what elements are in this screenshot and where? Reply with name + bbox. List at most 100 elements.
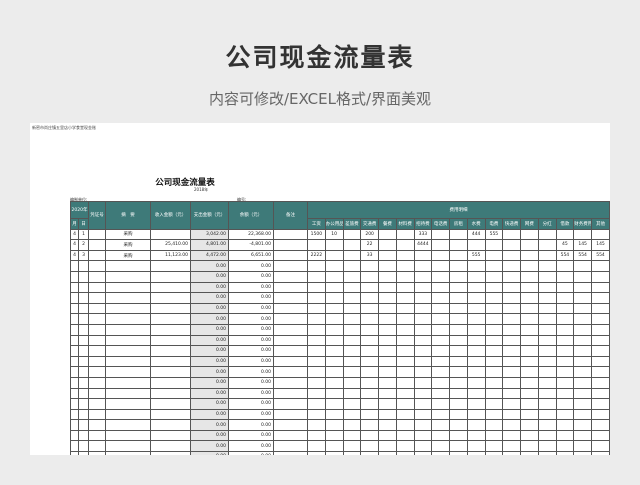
detail-cell[interactable] [413,345,433,357]
cell-day[interactable] [77,334,90,347]
detail-cell[interactable] [520,387,539,400]
detail-cell[interactable] [484,323,504,336]
detail-cell[interactable] [360,366,379,378]
detail-cell[interactable] [484,334,504,347]
cell-voucher[interactable] [88,451,107,455]
detail-cell[interactable] [520,302,539,315]
detail-cell[interactable] [378,429,397,442]
detail-cell[interactable] [360,355,379,368]
detail-cell[interactable] [431,292,450,304]
detail-cell[interactable] [555,281,575,294]
detail-cell[interactable] [413,429,433,442]
cell-day[interactable] [77,408,90,421]
detail-cell[interactable] [413,376,433,389]
cell-month[interactable] [70,355,79,368]
detail-cell[interactable]: 554 [555,249,575,262]
detail-cell[interactable] [324,239,344,251]
detail-cell[interactable] [413,419,433,431]
cell-balance[interactable]: 0.00 [228,260,275,272]
detail-cell[interactable] [413,302,433,315]
detail-cell[interactable] [324,398,344,410]
cell-month[interactable] [70,313,79,325]
detail-cell[interactable] [520,334,539,347]
detail-cell[interactable] [395,334,415,347]
detail-cell[interactable] [591,451,610,455]
detail-cell[interactable] [324,387,344,400]
cell-remark[interactable] [273,260,309,272]
detail-cell[interactable] [449,302,468,315]
cell-expense[interactable]: 0.00 [190,281,230,294]
detail-cell[interactable] [449,387,468,400]
detail-cell[interactable] [520,281,539,294]
cell-income[interactable] [150,387,192,400]
detail-cell[interactable] [431,249,450,262]
detail-cell[interactable] [502,270,521,283]
detail-cell[interactable] [573,334,592,347]
detail-cell[interactable] [484,292,504,304]
cell-remark[interactable] [273,366,309,378]
detail-cell[interactable] [466,429,486,442]
detail-cell[interactable] [502,419,521,431]
cell-expense[interactable]: 0.00 [190,334,230,347]
detail-cell[interactable] [502,249,521,262]
detail-cell[interactable] [466,376,486,389]
cell-balance[interactable]: 0.00 [228,334,275,347]
cell-month[interactable] [70,408,79,421]
detail-cell[interactable] [537,451,557,455]
detail-cell[interactable] [413,270,433,283]
detail-cell[interactable] [520,408,539,421]
detail-cell[interactable] [502,313,521,325]
detail-cell[interactable] [591,355,610,368]
cell-day[interactable] [77,302,90,315]
cell-balance[interactable]: 0.00 [228,440,275,453]
detail-cell[interactable] [537,345,557,357]
detail-cell[interactable] [555,408,575,421]
detail-cell[interactable] [395,270,415,283]
detail-cell[interactable]: 22 [360,239,379,251]
detail-cell[interactable] [395,387,415,400]
detail-cell[interactable] [449,260,468,272]
cell-remark[interactable] [273,355,309,368]
detail-cell[interactable] [431,302,450,315]
detail-cell[interactable] [502,366,521,378]
detail-cell[interactable] [502,228,521,241]
detail-cell[interactable] [378,419,397,431]
detail-cell[interactable] [307,451,326,455]
detail-cell[interactable] [520,249,539,262]
detail-cell[interactable] [360,345,379,357]
detail-cell[interactable] [360,429,379,442]
cell-income[interactable] [150,228,192,241]
cell-income[interactable] [150,292,192,304]
detail-cell[interactable] [484,249,504,262]
cell-summary[interactable] [105,323,152,336]
cell-income[interactable] [150,345,192,357]
detail-cell[interactable] [502,429,521,442]
detail-cell[interactable] [449,313,468,325]
cell-summary[interactable] [105,376,152,389]
detail-cell[interactable] [484,302,504,315]
detail-cell[interactable] [378,260,397,272]
cell-balance[interactable]: 0.00 [228,398,275,410]
detail-cell[interactable] [502,345,521,357]
detail-cell[interactable] [555,313,575,325]
detail-cell[interactable]: 554 [591,249,610,262]
detail-cell[interactable] [591,387,610,400]
detail-cell[interactable] [520,323,539,336]
detail-cell[interactable] [537,260,557,272]
detail-cell[interactable] [378,408,397,421]
detail-cell[interactable] [360,419,379,431]
detail-cell[interactable] [484,270,504,283]
cell-month[interactable] [70,270,79,283]
detail-cell[interactable] [537,440,557,453]
detail-cell[interactable] [520,419,539,431]
cell-month[interactable] [70,345,79,357]
cell-balance[interactable]: 0.00 [228,366,275,378]
detail-cell[interactable] [378,440,397,453]
detail-cell[interactable] [324,440,344,453]
detail-cell[interactable] [484,429,504,442]
detail-cell[interactable] [591,292,610,304]
detail-cell[interactable] [466,260,486,272]
detail-cell[interactable]: 1500 [307,228,326,241]
detail-cell[interactable] [431,345,450,357]
detail-cell[interactable] [413,366,433,378]
